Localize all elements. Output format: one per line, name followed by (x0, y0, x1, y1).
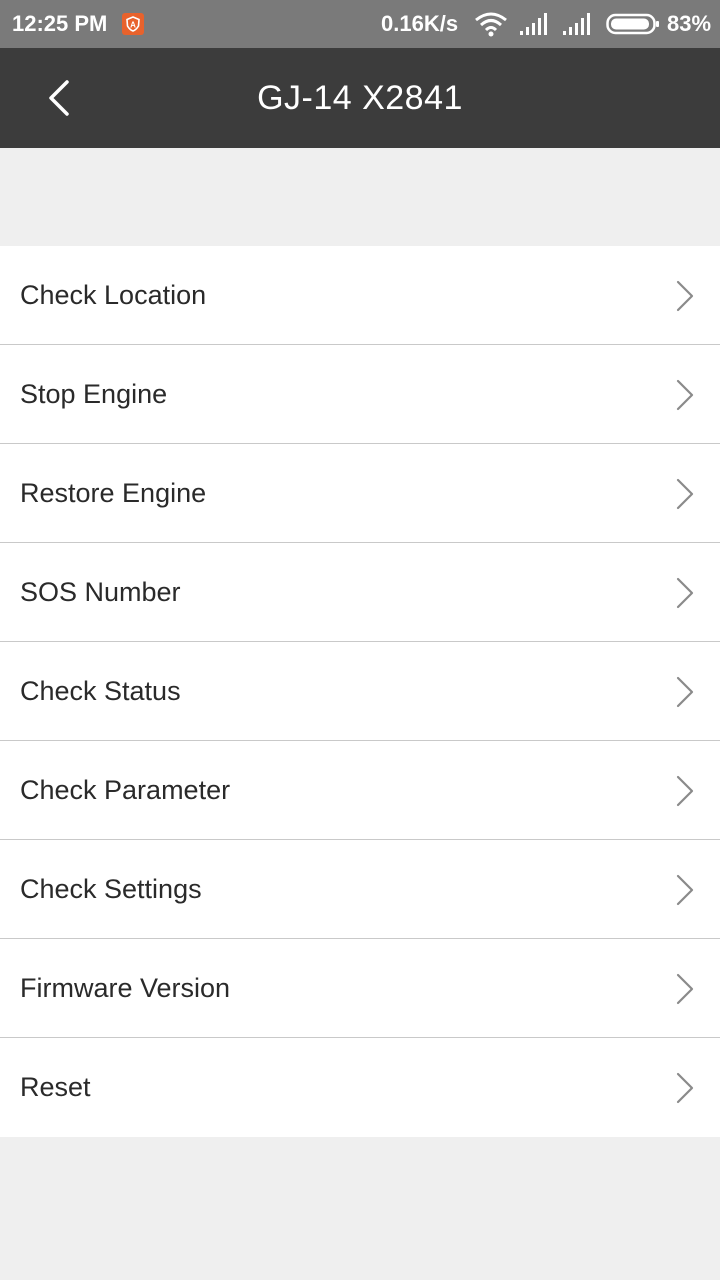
status-bar: 12:25 PM A 0.16K/s 83% (0, 0, 720, 48)
menu-item-label: Stop Engine (20, 379, 168, 409)
menu-item-label: SOS Number (20, 577, 181, 607)
chevron-right-icon (676, 874, 694, 911)
battery-icon (606, 13, 660, 41)
chevron-right-icon (676, 478, 694, 515)
app-header: GJ-14 X2841 (0, 48, 720, 148)
chevron-right-icon (676, 676, 694, 713)
battery-percentage: 83% (667, 11, 712, 36)
status-time: 12:25 PM (12, 11, 108, 36)
menu-item-check-status[interactable]: Check Status (0, 642, 720, 741)
network-speed: 0.16K/s (381, 11, 459, 36)
menu-item-restore-engine[interactable]: Restore Engine (0, 444, 720, 543)
menu-item-label: Firmware Version (20, 973, 231, 1003)
menu-item-label: Check Parameter (20, 775, 231, 805)
menu-item-label: Check Status (20, 676, 181, 706)
menu-item-check-parameter[interactable]: Check Parameter (0, 741, 720, 840)
chevron-right-icon (676, 775, 694, 812)
menu-item-label: Check Location (20, 280, 207, 310)
signal-icon (562, 12, 594, 42)
chevron-right-icon (676, 577, 694, 614)
chevron-right-icon (676, 973, 694, 1010)
menu-item-label: Reset (20, 1072, 91, 1102)
menu-item-check-settings[interactable]: Check Settings (0, 840, 720, 939)
menu-item-label: Check Settings (20, 874, 202, 904)
menu-item-check-location[interactable]: Check Location (0, 246, 720, 345)
wifi-icon (474, 11, 508, 43)
menu-item-stop-engine[interactable]: Stop Engine (0, 345, 720, 444)
chevron-right-icon (676, 1072, 694, 1109)
chevron-right-icon (676, 280, 694, 317)
menu-item-label: Restore Engine (20, 478, 207, 508)
command-menu: Check Location Stop Engine Restore Engin… (0, 246, 720, 1137)
shield-app-icon: A (122, 13, 144, 35)
chevron-right-icon (676, 379, 694, 416)
svg-text:A: A (130, 21, 136, 30)
signal-icon (519, 12, 551, 42)
menu-item-reset[interactable]: Reset (0, 1038, 720, 1137)
menu-item-firmware-version[interactable]: Firmware Version (0, 939, 720, 1038)
menu-item-sos-number[interactable]: SOS Number (0, 543, 720, 642)
page-title: GJ-14 X2841 (257, 79, 463, 117)
